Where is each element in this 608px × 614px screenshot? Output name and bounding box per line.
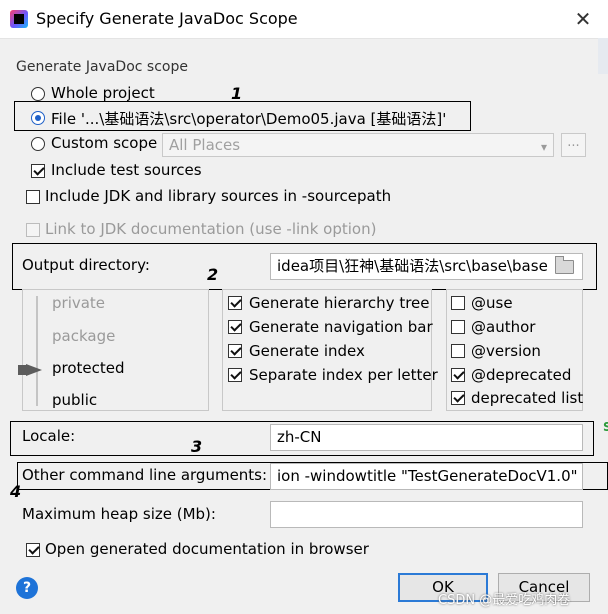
deprecated-tag-label[interactable]: @deprecated [471, 366, 571, 384]
author-tag-checkbox[interactable] [451, 320, 465, 334]
output-directory-label: Output directory: [22, 256, 150, 274]
version-tag-label[interactable]: @version [471, 342, 541, 360]
custom-scope-dropdown[interactable]: All Places ▾ [162, 133, 554, 157]
custom-scope-value: All Places [169, 136, 241, 154]
include-test-sources-checkbox[interactable] [31, 164, 45, 178]
navigation-bar-checkbox[interactable] [228, 320, 242, 334]
visibility-package[interactable]: package [52, 327, 115, 345]
output-directory-field[interactable]: idea项目\狂神\基础语法\src\base\base [270, 253, 583, 280]
visibility-panel [22, 289, 209, 411]
link-jdk-checkbox[interactable] [26, 223, 40, 237]
close-icon[interactable]: ✕ [570, 6, 596, 32]
annotation-number-3: 3 [191, 437, 203, 456]
hierarchy-tree-label[interactable]: Generate hierarchy tree [249, 294, 430, 312]
navigation-bar-label[interactable]: Generate navigation bar [249, 318, 433, 336]
max-heap-field[interactable] [270, 501, 583, 528]
dialog-title: Specify Generate JavaDoc Scope [36, 9, 298, 28]
include-jdk-checkbox[interactable] [26, 190, 40, 204]
annotation-number-2: 2 [207, 265, 219, 284]
locale-value: zh-CN [277, 428, 322, 446]
use-tag-checkbox[interactable] [451, 296, 465, 310]
visibility-slider-track[interactable] [36, 296, 38, 406]
visibility-protected[interactable]: protected [52, 359, 125, 377]
watermark: CSDN @最爱吃鸡肉卷 [438, 593, 571, 608]
author-tag-label[interactable]: @author [471, 318, 535, 336]
max-heap-label: Maximum heap size (Mb): [22, 505, 216, 523]
separate-index-checkbox[interactable] [228, 368, 242, 382]
other-args-field[interactable]: ion -windowtitle "TestGenerateDocV1.0" [270, 463, 583, 490]
whole-project-radio[interactable] [31, 87, 45, 101]
visibility-private[interactable]: private [52, 294, 105, 312]
include-jdk-label[interactable]: Include JDK and library sources in -sour… [45, 187, 391, 205]
side-mark: S [603, 420, 608, 434]
custom-scope-radio[interactable] [31, 137, 45, 151]
chevron-down-icon: ▾ [540, 140, 547, 154]
deprecated-list-label[interactable]: deprecated list [471, 389, 583, 407]
background-window-edge [598, 38, 608, 74]
open-in-browser-label[interactable]: Open generated documentation in browser [45, 540, 369, 558]
hierarchy-tree-checkbox[interactable] [228, 296, 242, 310]
use-tag-label[interactable]: @use [471, 294, 513, 312]
custom-scope-label[interactable]: Custom scope [51, 134, 157, 152]
output-directory-value: idea项目\狂神\基础语法\src\base\base [277, 257, 548, 275]
annotation-number-4: 4 [10, 482, 22, 501]
visibility-slider-thumb[interactable] [18, 364, 42, 376]
annotation-number-1: 1 [231, 84, 243, 103]
generate-index-label[interactable]: Generate index [249, 342, 365, 360]
folder-icon[interactable] [555, 256, 574, 274]
intellij-app-icon [10, 10, 28, 28]
whole-project-label[interactable]: Whole project [51, 84, 155, 102]
help-icon[interactable]: ? [16, 577, 38, 599]
visibility-public[interactable]: public [52, 391, 97, 409]
deprecated-list-checkbox[interactable] [451, 391, 465, 405]
version-tag-checkbox[interactable] [451, 344, 465, 358]
separate-index-label[interactable]: Separate index per letter [249, 366, 438, 384]
locale-label: Locale: [22, 427, 76, 445]
annotation-box-1 [14, 101, 471, 131]
generate-index-checkbox[interactable] [228, 344, 242, 358]
open-in-browser-checkbox[interactable] [26, 543, 40, 557]
link-jdk-label: Link to JDK documentation (use -link opt… [45, 220, 377, 238]
scope-section-title: Generate JavaDoc scope [16, 59, 188, 75]
other-args-label: Other command line arguments: [22, 466, 268, 484]
other-args-value: ion -windowtitle "TestGenerateDocV1.0" [277, 467, 578, 485]
custom-scope-more-button[interactable]: ... [561, 133, 586, 157]
locale-field[interactable]: zh-CN [270, 424, 583, 451]
include-test-sources-label[interactable]: Include test sources [51, 161, 202, 179]
deprecated-tag-checkbox[interactable] [451, 368, 465, 382]
